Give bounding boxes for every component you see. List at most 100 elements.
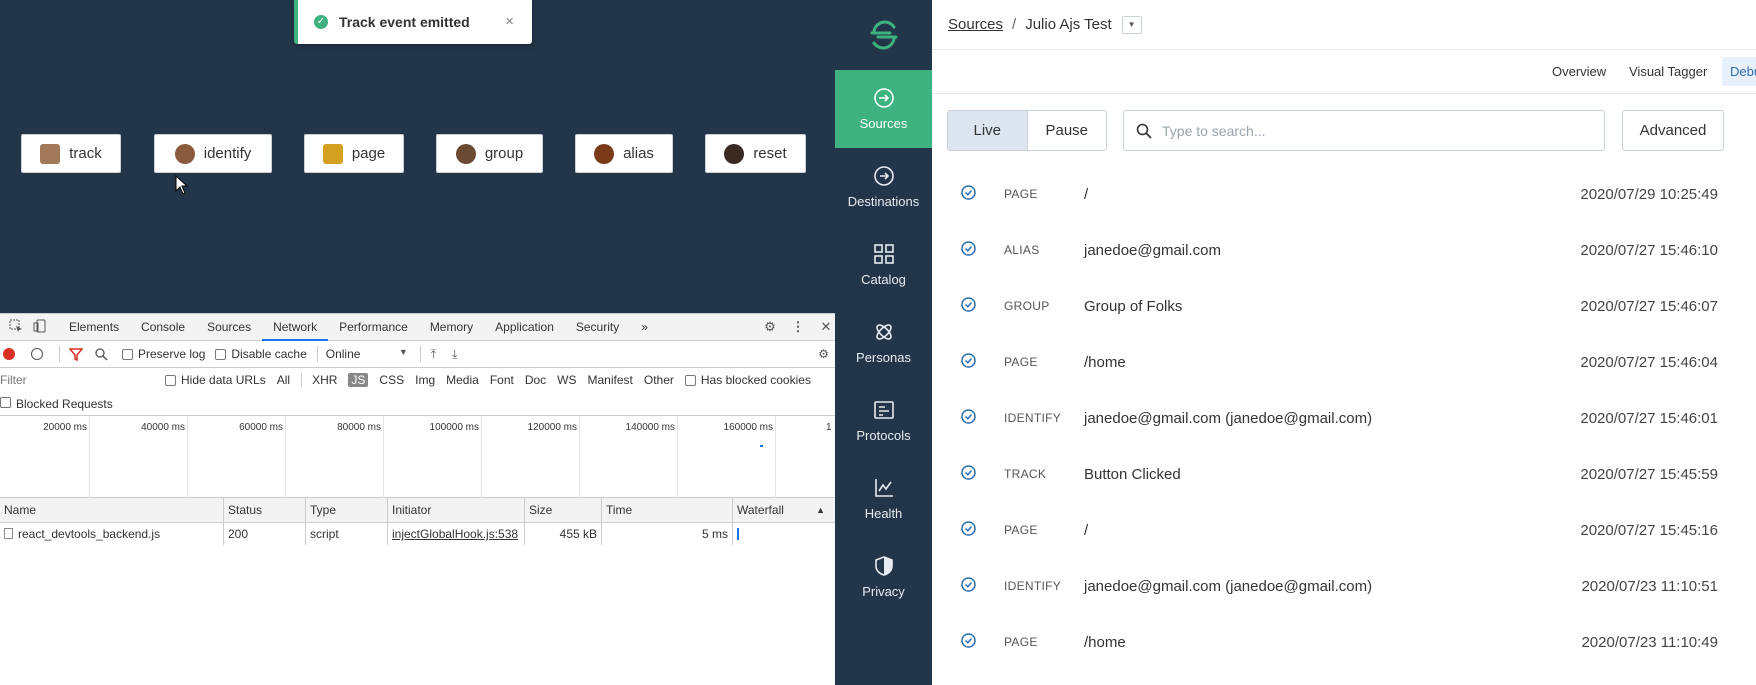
hide-data-urls-checkbox[interactable]: Hide data URLs bbox=[165, 373, 266, 387]
column-header-type[interactable]: Type bbox=[306, 498, 388, 522]
tab-network[interactable]: Network bbox=[262, 314, 329, 341]
search-input[interactable] bbox=[1162, 122, 1582, 139]
nav-item-health[interactable]: Health bbox=[835, 460, 932, 538]
more-tabs-button[interactable]: » bbox=[630, 314, 659, 341]
device-toolbar-icon[interactable] bbox=[32, 319, 48, 335]
breadcrumb-sources-link[interactable]: Sources bbox=[948, 16, 1003, 33]
nav-item-destinations[interactable]: Destinations bbox=[835, 148, 932, 226]
filter-type-doc[interactable]: Doc bbox=[525, 373, 546, 387]
event-name: janedoe@gmail.com (janedoe@gmail.com) bbox=[1084, 577, 1373, 595]
column-header-time[interactable]: Time bbox=[602, 498, 733, 522]
reset-button[interactable]: reset bbox=[705, 134, 806, 173]
column-header-status[interactable]: Status bbox=[224, 498, 306, 522]
waterfall-bar bbox=[737, 528, 739, 540]
inspect-element-icon[interactable] bbox=[8, 319, 24, 335]
nav-item-protocols[interactable]: Protocols bbox=[835, 382, 932, 460]
tab-memory[interactable]: Memory bbox=[419, 314, 484, 341]
tab-application[interactable]: Application bbox=[484, 314, 565, 341]
event-row[interactable]: TRACK Button Clicked 2020/07/27 15:45:59 bbox=[932, 446, 1756, 502]
network-overview-timeline[interactable]: 20000 ms 40000 ms 60000 ms 80000 ms 1000… bbox=[0, 416, 835, 498]
event-row[interactable]: PAGE / 2020/07/29 10:25:49 bbox=[932, 166, 1756, 222]
tab-overview[interactable]: Overview bbox=[1552, 64, 1606, 79]
protocols-icon bbox=[873, 401, 894, 419]
filter-type-img[interactable]: Img bbox=[415, 373, 435, 387]
preserve-log-checkbox[interactable]: Preserve log bbox=[122, 347, 205, 361]
filter-input[interactable] bbox=[0, 373, 165, 387]
requests-table: Name Status Type Initiator Size Time Wat… bbox=[0, 498, 835, 545]
advanced-button[interactable]: Advanced bbox=[1622, 110, 1724, 151]
avatar-icon bbox=[174, 143, 195, 164]
timeline-tick: 100000 ms bbox=[384, 416, 482, 498]
avatar-icon bbox=[594, 143, 615, 164]
nav-item-sources[interactable]: Sources bbox=[835, 70, 932, 148]
tab-console[interactable]: Console bbox=[130, 314, 196, 341]
column-header-initiator[interactable]: Initiator bbox=[388, 498, 525, 522]
identify-button[interactable]: identify bbox=[154, 134, 272, 173]
column-header-size[interactable]: Size bbox=[525, 498, 602, 522]
check-circle-icon bbox=[961, 185, 976, 203]
source-switcher-dropdown[interactable]: ▼ bbox=[1121, 15, 1142, 34]
filter-icon[interactable] bbox=[69, 347, 83, 361]
table-row[interactable]: react_devtools_backend.js 200 script inj… bbox=[0, 523, 835, 545]
divider bbox=[316, 346, 318, 362]
kebab-menu-icon[interactable]: ⋮ bbox=[790, 319, 806, 335]
tab-elements[interactable]: Elements bbox=[58, 314, 130, 341]
nav-sidebar: Sources Destinations Catalog Personas Pr… bbox=[835, 0, 932, 685]
close-icon[interactable]: × bbox=[505, 13, 514, 30]
tab-security[interactable]: Security bbox=[565, 314, 630, 341]
event-row[interactable]: GROUP Group of Folks 2020/07/27 15:46:07 bbox=[932, 278, 1756, 334]
settings-gear-icon[interactable]: ⚙ bbox=[762, 319, 778, 335]
filter-type-ws[interactable]: WS bbox=[557, 373, 576, 387]
avatar-icon bbox=[322, 143, 343, 164]
export-har-icon[interactable]: ⤓ bbox=[452, 347, 457, 362]
sources-icon bbox=[873, 88, 894, 108]
breadcrumb: Sources / Julio Ajs Test ▼ bbox=[932, 0, 1756, 50]
close-devtools-icon[interactable]: ✕ bbox=[818, 319, 834, 335]
search-icon[interactable] bbox=[95, 347, 108, 361]
event-row[interactable]: ALIAS janedoe@gmail.com 2020/07/27 15:46:1… bbox=[932, 222, 1756, 278]
filter-type-manifest[interactable]: Manifest bbox=[588, 373, 633, 387]
record-icon[interactable] bbox=[3, 348, 15, 360]
network-settings-gear-icon[interactable]: ⚙ bbox=[818, 347, 829, 361]
cell-status: 200 bbox=[224, 523, 306, 545]
filter-type-all[interactable]: All bbox=[277, 373, 290, 387]
column-header-waterfall[interactable]: Waterfall ▲ bbox=[733, 498, 833, 522]
alias-button[interactable]: alias bbox=[575, 134, 673, 173]
nav-item-catalog[interactable]: Catalog bbox=[835, 226, 932, 304]
filter-type-font[interactable]: Font bbox=[490, 373, 514, 387]
cell-initiator-link[interactable]: injectGlobalHook.js:538 bbox=[388, 523, 525, 545]
tab-debugger[interactable]: Debu bbox=[1722, 57, 1756, 86]
page-button[interactable]: page bbox=[304, 134, 404, 173]
group-button[interactable]: group bbox=[436, 134, 543, 173]
tab-sources[interactable]: Sources bbox=[196, 314, 262, 341]
column-header-name[interactable]: Name bbox=[0, 498, 224, 522]
event-row[interactable]: PAGE/home 2020/07/23 11:10:49 bbox=[932, 614, 1756, 670]
blocked-requests-checkbox[interactable]: Blocked Requests bbox=[0, 396, 113, 411]
nav-label: Health bbox=[864, 506, 903, 521]
event-row[interactable]: IDENTIFY janedoe@gmail.com (janedoe@gmail… bbox=[932, 558, 1756, 614]
filter-type-other[interactable]: Other bbox=[644, 373, 674, 387]
filter-type-media[interactable]: Media bbox=[446, 373, 479, 387]
clear-icon[interactable] bbox=[31, 348, 43, 360]
segment-logo[interactable] bbox=[835, 0, 932, 70]
event-name: / bbox=[1084, 185, 1089, 203]
nav-item-privacy[interactable]: Privacy bbox=[835, 538, 932, 616]
event-row[interactable]: PAGE / 2020/07/27 15:45:16 bbox=[932, 502, 1756, 558]
track-button[interactable]: track bbox=[21, 134, 121, 173]
nav-label: Destinations bbox=[847, 194, 920, 209]
filter-type-css[interactable]: CSS bbox=[379, 373, 404, 387]
has-blocked-cookies-checkbox[interactable]: Has blocked cookies bbox=[684, 373, 811, 387]
pause-button[interactable]: Pause bbox=[1028, 111, 1107, 150]
filter-type-js[interactable]: JS bbox=[348, 373, 369, 387]
disable-cache-checkbox[interactable]: Disable cache bbox=[215, 347, 307, 361]
throttling-select[interactable]: Online ▼ bbox=[326, 347, 408, 361]
devtools-tab-bar: Elements Console Sources Network Perform… bbox=[0, 314, 835, 341]
tab-visual-tagger[interactable]: Visual Tagger bbox=[1629, 64, 1707, 79]
event-row[interactable]: IDENTIFY janedoe@gmail.com (janedoe@gmail… bbox=[932, 390, 1756, 446]
import-har-icon[interactable]: ⤒ bbox=[431, 347, 436, 362]
filter-type-xhr[interactable]: XHR bbox=[312, 373, 337, 387]
nav-item-personas[interactable]: Personas bbox=[835, 304, 932, 382]
event-row[interactable]: PAGE/home 2020/07/27 15:46:04 bbox=[932, 334, 1756, 390]
tab-performance[interactable]: Performance bbox=[328, 314, 419, 341]
live-button[interactable]: Live bbox=[948, 111, 1028, 150]
